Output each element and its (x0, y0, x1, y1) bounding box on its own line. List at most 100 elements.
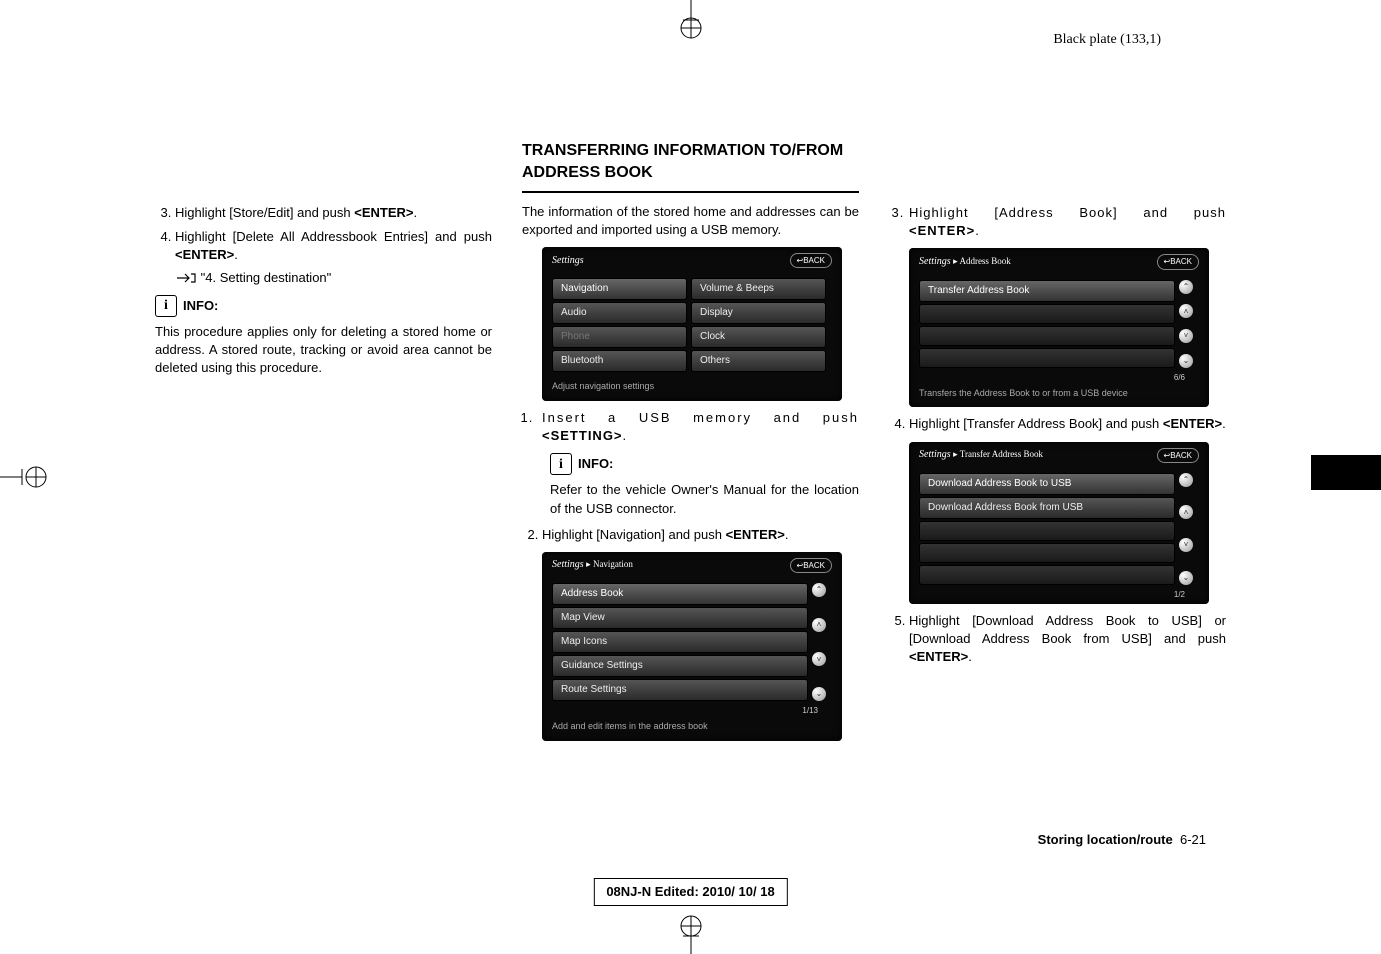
shot-page: 6/6 (909, 372, 1209, 383)
nav-row: Address Book (552, 583, 808, 605)
text: . (413, 205, 417, 220)
scroll-down2-icon: ⌄ (1179, 354, 1193, 368)
c3-step-3: Highlight [Address Book] and push <ENTER… (909, 204, 1226, 240)
nav-row: Display (691, 302, 826, 324)
empty-row (919, 565, 1175, 585)
screenshot-address-book: Settings ▸ Address Book ↩BACK Transfer A… (909, 248, 1209, 407)
nav-row: Download Address Book to USB (919, 473, 1175, 495)
info-label: INFO: (183, 297, 218, 315)
nav-row: Map Icons (552, 631, 808, 653)
shot-footer: Add and edit items in the address book (542, 716, 842, 737)
empty-row (919, 304, 1175, 324)
text: Highlight [Address Book] and push (909, 205, 1226, 220)
shot-footer: Transfers the Address Book to or from a … (909, 383, 1209, 404)
scroll-up-icon: ⌃ (812, 583, 826, 597)
info-paragraph: This procedure applies only for deleting… (155, 323, 492, 378)
nav-row: Guidance Settings (552, 655, 808, 677)
nav-row: Map View (552, 607, 808, 629)
shot-title: Settings (552, 254, 584, 268)
scroll-up2-icon: ˄ (1179, 304, 1193, 318)
crop-mark-top (671, 0, 711, 40)
empty-row (919, 521, 1175, 541)
text: . (623, 428, 628, 443)
shot-page: 1/2 (909, 589, 1209, 600)
c3-step-5: Highlight [Download Address Book to USB]… (909, 612, 1226, 667)
info-icon: i (550, 453, 572, 475)
section-label: Storing location/route (1038, 832, 1173, 847)
c3-step-4: Highlight [Transfer Address Book] and pu… (909, 415, 1226, 433)
page-footer-right: Storing location/route 6-21 (1038, 831, 1206, 849)
breadcrumb: ▸ Address Book (953, 256, 1011, 266)
breadcrumb: ▸ Transfer Address Book (953, 449, 1043, 459)
nav-row: Volume & Beeps (691, 278, 826, 300)
text: . (1222, 416, 1226, 431)
text: Highlight [Navigation] and push (542, 527, 726, 542)
shot-footer: Adjust navigation settings (542, 376, 842, 397)
shot-title: Settings (552, 559, 584, 570)
text: . (968, 649, 972, 664)
enter-text: <ENTER> (175, 247, 234, 262)
text: Highlight [Store/Edit] and push (175, 205, 354, 220)
shot-page: 1/13 (542, 705, 842, 716)
back-button: ↩BACK (1157, 254, 1200, 269)
c2-step-2: Highlight [Navigation] and push <ENTER>. (542, 526, 859, 544)
black-side-tab (1311, 455, 1381, 490)
nav-row: Audio (552, 302, 687, 324)
column-left: Highlight [Store/Edit] and push <ENTER>.… (155, 140, 492, 749)
enter-text: <ENTER> (354, 205, 413, 220)
empty-row (919, 348, 1175, 368)
info-icon: i (155, 295, 177, 317)
nav-row: Navigation (552, 278, 687, 300)
info-label: INFO: (578, 455, 613, 473)
shot-title: Settings (919, 256, 951, 267)
text: Insert a USB memory and push (542, 410, 859, 425)
enter-text: <ENTER> (909, 649, 968, 664)
c2-step-1: Insert a USB memory and push <SETTING>. (542, 409, 859, 445)
page-number: 6-21 (1180, 832, 1206, 847)
section-heading: TRANSFERRING INFORMATION TO/FROM ADDRESS… (522, 140, 859, 193)
back-button: ↩BACK (790, 558, 833, 573)
scroll-down-icon: ˅ (1179, 538, 1193, 552)
nav-row: Bluetooth (552, 350, 687, 372)
shot-title: Settings (919, 449, 951, 460)
enter-text: <ENTER> (909, 223, 975, 238)
text: Highlight [Transfer Address Book] and pu… (909, 416, 1163, 431)
column-right: Highlight [Address Book] and push <ENTER… (889, 140, 1226, 749)
scroll-down2-icon: ⌄ (812, 687, 826, 701)
back-button: ↩BACK (1157, 448, 1200, 463)
text: Highlight [Delete All Addressbook Entrie… (175, 229, 492, 244)
crop-mark-bottom (671, 914, 711, 954)
text: . (785, 527, 789, 542)
back-button: ↩BACK (790, 253, 833, 268)
nav-row: Others (691, 350, 826, 372)
empty-row (919, 543, 1175, 563)
scroll-down-icon: ˅ (1179, 329, 1193, 343)
setting-text: <SETTING> (542, 428, 623, 443)
breadcrumb: ▸ Navigation (586, 559, 633, 569)
scroll-up2-icon: ˄ (1179, 505, 1193, 519)
scroll-up2-icon: ˄ (812, 618, 826, 632)
enter-text: <ENTER> (726, 527, 785, 542)
scroll-down-icon: ˅ (812, 652, 826, 666)
c1-step-3: Highlight [Store/Edit] and push <ENTER>. (175, 204, 492, 222)
screenshot-transfer-address-book: Settings ▸ Transfer Address Book ↩BACK D… (909, 442, 1209, 604)
screenshot-settings: Settings ↩BACK Navigation Audio Phone Bl… (542, 247, 842, 401)
nav-row: Route Settings (552, 679, 808, 701)
empty-row (919, 326, 1175, 346)
enter-text: <ENTER> (1163, 416, 1222, 431)
scroll-up-icon: ⌃ (1179, 473, 1193, 487)
reference-icon (175, 272, 197, 284)
edit-stamp: 08NJ-N Edited: 2010/ 10/ 18 (593, 878, 787, 906)
c1-step-4: Highlight [Delete All Addressbook Entrie… (175, 228, 492, 287)
intro-paragraph: The information of the stored home and a… (522, 203, 859, 239)
nav-row: Phone (552, 326, 687, 348)
scroll-up-icon: ⌃ (1179, 280, 1193, 294)
plate-header: Black plate (133,1) (1053, 30, 1161, 50)
nav-row: Clock (691, 326, 826, 348)
scroll-down2-icon: ⌄ (1179, 571, 1193, 585)
nav-row: Transfer Address Book (919, 280, 1175, 302)
reference-text: "4. Setting destination" (201, 270, 332, 285)
info-paragraph: Refer to the vehicle Owner's Manual for … (550, 481, 859, 517)
crop-mark-left (0, 457, 60, 497)
column-middle: TRANSFERRING INFORMATION TO/FROM ADDRESS… (522, 140, 859, 749)
